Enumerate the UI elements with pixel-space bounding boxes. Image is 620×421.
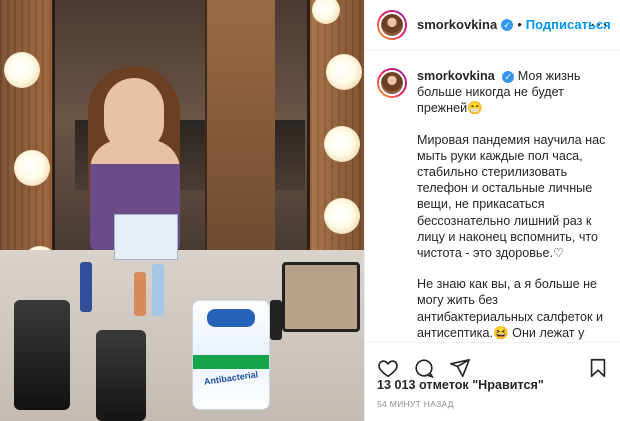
caption-username-link[interactable]: smorkovkina: [417, 69, 495, 83]
wipes-label: Antibacterial: [203, 369, 259, 387]
cosmetic-bottle: [152, 264, 164, 316]
wipes-stripe: [193, 355, 269, 369]
likes-count[interactable]: 13 013 отметок "Нравится": [377, 378, 544, 392]
caption-avatar[interactable]: [377, 68, 407, 98]
light-bulb: [324, 126, 360, 162]
cosmetic-bottle: [270, 300, 282, 340]
brush-cup: [14, 300, 70, 410]
post-header: smorkovkina ✓ • Подписаться ···: [365, 0, 620, 50]
verified-badge-icon: ✓: [501, 18, 514, 31]
caption-paragraph: Мировая пандемия научила нас мыть руки к…: [417, 132, 606, 261]
light-bulb: [4, 52, 40, 88]
antibacterial-wipes: Antibacterial: [192, 300, 270, 410]
more-options-icon[interactable]: ···: [590, 16, 609, 34]
cosmetic-bottle: [80, 262, 92, 312]
caption: smorkovkina ✓ Моя жизнь больше никогда н…: [377, 68, 609, 342]
verified-badge-icon: ✓: [502, 70, 515, 83]
light-bulb: [14, 150, 50, 186]
eyeshadow-palette: [282, 262, 360, 332]
bookmark-icon[interactable]: [587, 357, 609, 379]
share-icon[interactable]: [449, 357, 471, 379]
avatar[interactable]: [377, 9, 407, 40]
person-face: [104, 78, 164, 152]
light-bulb: [324, 198, 360, 234]
post-photo[interactable]: Antibacterial: [0, 0, 364, 421]
cosmetic-bottle: [134, 272, 146, 316]
action-bar: [365, 342, 620, 382]
light-bulb: [326, 54, 362, 90]
caption-text: smorkovkina ✓ Моя жизнь больше никогда н…: [417, 68, 609, 342]
post-timestamp: 54 МИНУТ НАЗАД: [377, 399, 454, 409]
comment-icon[interactable]: [413, 357, 435, 379]
comments-area[interactable]: smorkovkina ✓ Моя жизнь больше никогда н…: [365, 52, 620, 342]
separator-dot: •: [517, 17, 522, 32]
heart-icon[interactable]: [377, 357, 399, 379]
username-link[interactable]: smorkovkina: [417, 17, 497, 32]
post-side-panel: smorkovkina ✓ • Подписаться ··· smorkovk…: [364, 0, 620, 421]
wipes-lid: [207, 309, 255, 327]
brush-cup: [96, 330, 146, 421]
mirror-door: [205, 0, 275, 260]
caption-paragraph: smorkovkina ✓ Моя жизнь больше никогда н…: [417, 68, 609, 117]
caption-paragraph: Не знаю как вы, а я больше не могу жить …: [417, 277, 603, 340]
product-card: [114, 214, 178, 260]
